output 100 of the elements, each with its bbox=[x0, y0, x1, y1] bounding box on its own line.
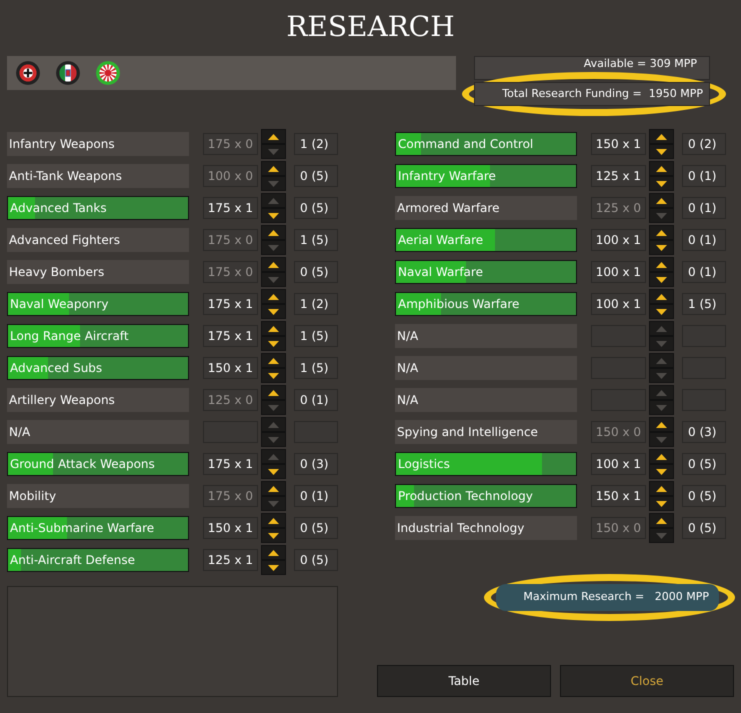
cost-field: 175 x 1 bbox=[203, 197, 258, 219]
research-name-bar[interactable]: Heavy Bombers bbox=[7, 260, 189, 284]
decrease-button[interactable] bbox=[649, 272, 674, 287]
down-arrow-icon bbox=[656, 500, 667, 506]
increase-button[interactable] bbox=[649, 129, 674, 144]
up-arrow-icon bbox=[268, 454, 279, 460]
increase-button[interactable] bbox=[261, 545, 286, 560]
decrease-button[interactable] bbox=[261, 560, 286, 575]
decrease-button[interactable] bbox=[261, 336, 286, 351]
research-name-bar[interactable]: Production Technology bbox=[395, 484, 577, 508]
cost-field: 150 x 1 bbox=[591, 133, 646, 155]
research-name: Naval Weaponry bbox=[9, 296, 108, 313]
decrease-button[interactable] bbox=[261, 528, 286, 543]
cost-field: 150 x 1 bbox=[591, 485, 646, 507]
table-button[interactable]: Table bbox=[377, 665, 551, 697]
increase-button[interactable] bbox=[261, 289, 286, 304]
cost-field: 175 x 1 bbox=[203, 293, 258, 315]
increase-button[interactable] bbox=[649, 513, 674, 528]
flag-roundel-icon[interactable] bbox=[95, 60, 121, 86]
down-arrow-icon bbox=[268, 148, 279, 154]
increase-button[interactable] bbox=[261, 129, 286, 144]
close-button[interactable]: Close bbox=[560, 665, 734, 697]
research-name: Advanced Subs bbox=[9, 360, 102, 377]
increase-button[interactable] bbox=[649, 225, 674, 240]
decrease-button[interactable] bbox=[649, 176, 674, 191]
research-name: Anti-Submarine Warfare bbox=[9, 520, 154, 537]
value-field: 1 (5) bbox=[682, 293, 726, 315]
down-arrow-icon bbox=[656, 404, 667, 410]
research-name: Anti-Aircraft Defense bbox=[9, 552, 136, 569]
maximum-research-text: Maximum Research = 2000 MPP bbox=[523, 589, 709, 606]
down-arrow-icon bbox=[656, 244, 667, 250]
increase-button[interactable] bbox=[261, 225, 286, 240]
value-field: 1 (5) bbox=[294, 357, 338, 379]
up-arrow-icon bbox=[268, 294, 279, 300]
research-name-bar[interactable]: Anti-Tank Weapons bbox=[7, 164, 189, 188]
increase-button[interactable] bbox=[649, 449, 674, 464]
increase-button[interactable] bbox=[261, 257, 286, 272]
down-arrow-icon bbox=[656, 148, 667, 154]
research-name-bar[interactable]: N/A bbox=[7, 420, 189, 444]
research-name-bar[interactable]: N/A bbox=[395, 324, 577, 348]
down-arrow-icon bbox=[268, 244, 279, 250]
increase-button[interactable] bbox=[649, 257, 674, 272]
research-name-bar[interactable]: Anti-Submarine Warfare bbox=[7, 516, 189, 540]
research-name-bar[interactable]: Advanced Tanks bbox=[7, 196, 189, 220]
research-name-bar[interactable]: Artillery Weapons bbox=[7, 388, 189, 412]
increase-button[interactable] bbox=[649, 417, 674, 432]
decrease-button[interactable] bbox=[261, 208, 286, 223]
research-name-bar[interactable]: Advanced Subs bbox=[7, 356, 189, 380]
decrease-button[interactable] bbox=[261, 368, 286, 383]
increase-button[interactable] bbox=[649, 289, 674, 304]
window-title: RESEARCH bbox=[286, 9, 455, 45]
research-name: Naval Warfare bbox=[397, 264, 483, 281]
decrease-button[interactable] bbox=[261, 464, 286, 479]
research-name-bar[interactable]: Industrial Technology bbox=[395, 516, 577, 540]
research-name-bar[interactable]: Armored Warfare bbox=[395, 196, 577, 220]
down-arrow-icon bbox=[656, 180, 667, 186]
research-name: Artillery Weapons bbox=[8, 392, 115, 409]
down-arrow-icon bbox=[268, 564, 279, 570]
up-arrow-icon bbox=[268, 518, 279, 524]
research-name-bar[interactable]: Infantry Weapons bbox=[7, 132, 189, 156]
value-field: 0 (1) bbox=[294, 485, 338, 507]
increase-button[interactable] bbox=[261, 161, 286, 176]
research-name-bar[interactable]: Advanced Fighters bbox=[7, 228, 189, 252]
decrease-button[interactable] bbox=[649, 496, 674, 511]
research-name-bar[interactable]: Ground Attack Weapons bbox=[7, 452, 189, 476]
increase-button[interactable] bbox=[261, 481, 286, 496]
increase-button[interactable] bbox=[649, 481, 674, 496]
increase-button[interactable] bbox=[649, 161, 674, 176]
decrease-button[interactable] bbox=[649, 464, 674, 479]
decrease-button[interactable] bbox=[649, 240, 674, 255]
down-arrow-icon bbox=[656, 372, 667, 378]
value-field: 0 (5) bbox=[294, 549, 338, 571]
decrease-button[interactable] bbox=[261, 304, 286, 319]
increase-button[interactable] bbox=[649, 193, 674, 208]
value-field: 0 (1) bbox=[682, 197, 726, 219]
down-arrow-icon bbox=[656, 340, 667, 346]
decrease-button[interactable] bbox=[649, 304, 674, 319]
down-arrow-icon bbox=[656, 308, 667, 314]
increase-button[interactable] bbox=[261, 353, 286, 368]
down-arrow-icon bbox=[268, 404, 279, 410]
down-arrow-icon bbox=[656, 276, 667, 282]
cost-field: 125 x 0 bbox=[203, 389, 258, 411]
increase-button[interactable] bbox=[261, 385, 286, 400]
research-name-bar[interactable]: Anti-Aircraft Defense bbox=[7, 548, 189, 572]
research-name-bar[interactable]: N/A bbox=[395, 388, 577, 412]
decrease-button[interactable] bbox=[649, 144, 674, 159]
research-name-bar[interactable]: Naval Weaponry bbox=[7, 292, 189, 316]
value-field: 0 (5) bbox=[682, 485, 726, 507]
research-name-bar[interactable]: Amphibious Warfare bbox=[395, 292, 577, 316]
research-name: N/A bbox=[396, 360, 418, 377]
increase-button[interactable] bbox=[261, 513, 286, 528]
research-name-bar[interactable]: Command and Control bbox=[395, 132, 577, 156]
research-name-bar[interactable]: Mobility bbox=[7, 484, 189, 508]
value-field: 1 (5) bbox=[294, 229, 338, 251]
increase-button[interactable] bbox=[261, 321, 286, 336]
research-name-bar[interactable]: Spying and Intelligence bbox=[395, 420, 577, 444]
flag-roundel-icon[interactable] bbox=[15, 60, 41, 86]
flag-roundel-icon[interactable] bbox=[55, 60, 81, 86]
research-name-bar[interactable]: N/A bbox=[395, 356, 577, 380]
down-arrow-icon bbox=[268, 436, 279, 442]
